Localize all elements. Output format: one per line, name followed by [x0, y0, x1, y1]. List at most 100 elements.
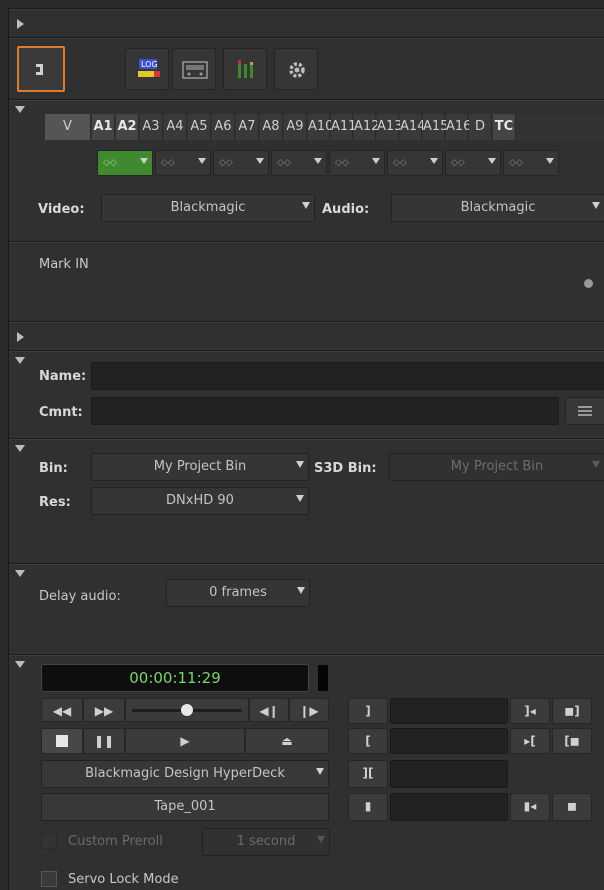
shuttle-knob[interactable]	[181, 704, 193, 716]
preroll-value: 1 second	[236, 834, 296, 849]
audio-monitor-button[interactable]: ◇◇	[503, 150, 559, 176]
custom-preroll-label: Custom Preroll	[68, 834, 163, 849]
mark-in-tool-button[interactable]	[17, 46, 65, 92]
mark-out-button[interactable]: [	[348, 728, 388, 754]
capture-tool-panel: LOG V A1 A2 A3 A4 A5 A6 A7 A8 A9 A10 A11…	[8, 8, 604, 890]
track-button-a16[interactable]: A16	[446, 114, 471, 140]
track-button-a7[interactable]: A7	[236, 114, 259, 140]
mark-in-button[interactable]: ]	[348, 698, 388, 724]
track-button-a6[interactable]: A6	[212, 114, 235, 140]
track-button-a10[interactable]: A10	[308, 114, 333, 140]
go-to-clip-button[interactable]: ▮◂	[510, 793, 550, 821]
clear-in-button[interactable]: ◼]	[552, 698, 592, 724]
duration-button[interactable]: ][	[348, 760, 388, 788]
track-button-a14[interactable]: A14	[400, 114, 425, 140]
clear-out-button[interactable]: [◼	[552, 728, 592, 754]
collapsed-section-2[interactable]	[9, 322, 604, 351]
stop-icon	[56, 735, 68, 747]
step-forward-button[interactable]: ❙▶	[289, 698, 329, 722]
track-button-a11[interactable]: A11	[331, 114, 356, 140]
track-button-a2[interactable]: A2	[116, 114, 139, 140]
go-to-out-button[interactable]: ▸[	[510, 728, 550, 754]
mark-section: Mark IN	[9, 242, 604, 322]
audio-monitor-button[interactable]: ◇◇	[213, 150, 269, 176]
delay-section: Delay audio: 0 frames	[9, 564, 604, 655]
play-button[interactable]: ▶	[125, 728, 245, 754]
resolution-value: DNxHD 90	[166, 493, 234, 508]
collapse-triangle-icon[interactable]	[15, 570, 25, 577]
shuttle-slider[interactable]	[125, 698, 249, 722]
step-back-icon: ◀❙	[259, 704, 279, 718]
audio-input-dropdown[interactable]: Blackmagic	[391, 194, 604, 222]
comment-input[interactable]	[91, 397, 559, 425]
tape-deck-button[interactable]	[172, 48, 216, 90]
track-button-v[interactable]: V	[45, 114, 91, 140]
rewind-button[interactable]: ◀◀	[41, 698, 83, 722]
expand-triangle-icon[interactable]	[17, 19, 24, 29]
monitor-glyph-icon: ◇◇	[161, 158, 175, 168]
audio-monitor-button[interactable]: ◇◇	[155, 150, 211, 176]
track-button-a12[interactable]: A12	[354, 114, 379, 140]
video-input-value: Blackmagic	[170, 200, 246, 215]
clear-clip-button[interactable]: ◼	[552, 793, 592, 821]
mark-in-tool-icon	[36, 64, 43, 75]
track-button-a8[interactable]: A8	[260, 114, 283, 140]
audio-monitor-button[interactable]: ◇◇	[271, 150, 327, 176]
mark-in-timecode-field[interactable]	[390, 698, 508, 724]
eject-button[interactable]: ⏏	[245, 728, 329, 754]
status-indicator-dot	[584, 279, 593, 288]
collapse-triangle-icon[interactable]	[15, 661, 25, 668]
servo-lock-checkbox[interactable]	[41, 871, 57, 887]
deck-device-dropdown[interactable]: Blackmagic Design HyperDeck	[41, 760, 329, 788]
collapse-triangle-icon[interactable]	[15, 106, 25, 113]
track-button-a3[interactable]: A3	[140, 114, 163, 140]
bin-dropdown[interactable]: My Project Bin	[91, 453, 309, 481]
preroll-dropdown[interactable]: 1 second	[202, 828, 330, 856]
log-button[interactable]: LOG	[125, 48, 169, 90]
chevron-down-icon	[198, 158, 206, 164]
fast-forward-button[interactable]: ▶▶	[83, 698, 125, 722]
tape-name-button[interactable]: Tape_001	[41, 793, 329, 821]
mark-out-timecode-field[interactable]	[390, 728, 508, 754]
clip-timecode-field[interactable]	[390, 793, 508, 821]
duration-field[interactable]	[390, 760, 508, 788]
audio-monitor-button[interactable]: ◇◇	[445, 150, 501, 176]
chevron-down-icon	[546, 158, 554, 164]
audio-monitor-row: ◇◇ ◇◇ ◇◇ ◇◇ ◇◇ ◇◇ ◇◇ ◇◇	[97, 150, 567, 176]
s3d-bin-label: S3D Bin:	[314, 461, 377, 476]
step-back-button[interactable]: ◀❙	[249, 698, 289, 722]
track-button-a5[interactable]: A5	[188, 114, 211, 140]
chevron-down-icon	[488, 158, 496, 164]
collapse-triangle-icon[interactable]	[15, 357, 25, 364]
stop-button[interactable]	[41, 728, 83, 754]
timecode-value: 00:00:11:29	[129, 669, 221, 687]
track-button-a13[interactable]: A13	[377, 114, 402, 140]
go-to-in-button[interactable]: ]◂	[510, 698, 550, 724]
resolution-dropdown[interactable]: DNxHD 90	[91, 487, 309, 515]
pause-button[interactable]: ❚❚	[83, 728, 125, 754]
audio-monitor-button[interactable]: ◇◇	[97, 150, 153, 176]
mark-clip-button[interactable]: ▮	[348, 793, 388, 821]
audio-monitor-button[interactable]: ◇◇	[329, 150, 385, 176]
chevron-down-icon	[302, 202, 310, 209]
audio-meter-button[interactable]	[223, 48, 267, 90]
chevron-down-icon	[317, 836, 325, 843]
top-collapsed-section[interactable]	[9, 9, 604, 38]
expand-triangle-icon[interactable]	[17, 332, 24, 342]
video-input-dropdown[interactable]: Blackmagic	[101, 194, 315, 222]
track-button-a4[interactable]: A4	[164, 114, 187, 140]
collapse-triangle-icon[interactable]	[15, 445, 25, 452]
monitor-glyph-icon: ◇◇	[451, 158, 465, 168]
settings-button[interactable]	[274, 48, 318, 90]
comment-list-button[interactable]	[565, 397, 604, 425]
s3d-bin-dropdown[interactable]: My Project Bin	[389, 453, 604, 481]
track-button-a9[interactable]: A9	[284, 114, 307, 140]
delay-audio-dropdown[interactable]: 0 frames	[166, 579, 310, 607]
track-button-a1[interactable]: A1	[92, 114, 115, 140]
custom-preroll-checkbox[interactable]	[41, 833, 57, 849]
audio-monitor-button[interactable]: ◇◇	[387, 150, 443, 176]
track-button-d[interactable]: D	[469, 114, 492, 140]
track-button-a15[interactable]: A15	[423, 114, 448, 140]
track-button-tc[interactable]: TC	[493, 114, 516, 140]
name-input[interactable]	[91, 362, 604, 390]
